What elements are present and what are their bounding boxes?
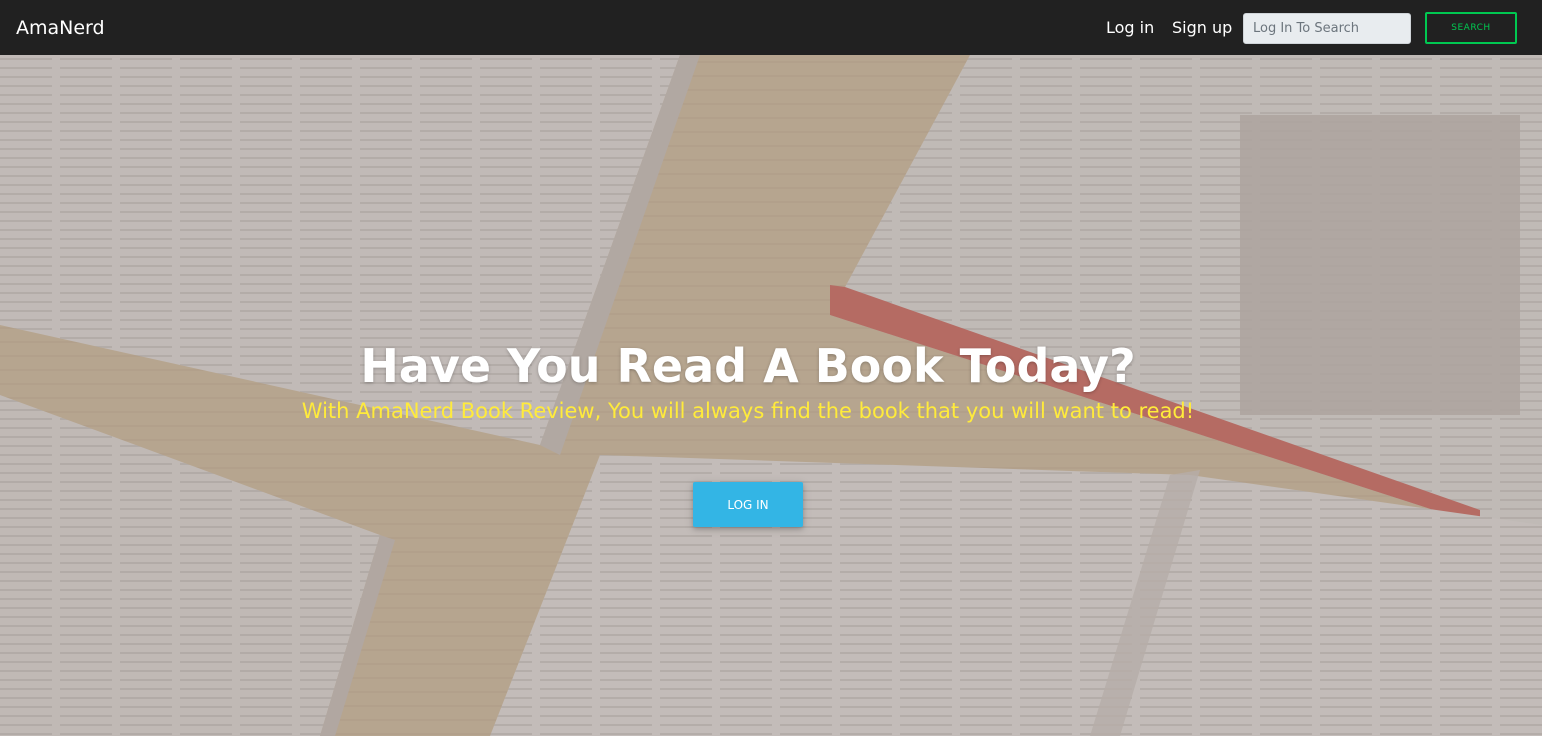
hero-login-button[interactable]: LOG IN xyxy=(693,482,803,527)
brand-logo[interactable]: AmaNerd xyxy=(16,16,105,40)
search-button[interactable]: SEARCH xyxy=(1425,12,1517,44)
hero-section: Have You Read A Book Today? With AmaNerd… xyxy=(0,55,1542,736)
nav-login-link[interactable]: Log in xyxy=(1106,18,1154,38)
navbar: AmaNerd Log in Sign up SEARCH xyxy=(0,0,1542,55)
search-input[interactable] xyxy=(1243,13,1411,44)
hero-overlay xyxy=(0,55,1542,736)
nav-signup-link[interactable]: Sign up xyxy=(1172,18,1232,38)
hero-subtitle: With AmaNerd Book Review, You will alway… xyxy=(301,399,1195,423)
hero-title: Have You Read A Book Today? xyxy=(360,339,1136,393)
